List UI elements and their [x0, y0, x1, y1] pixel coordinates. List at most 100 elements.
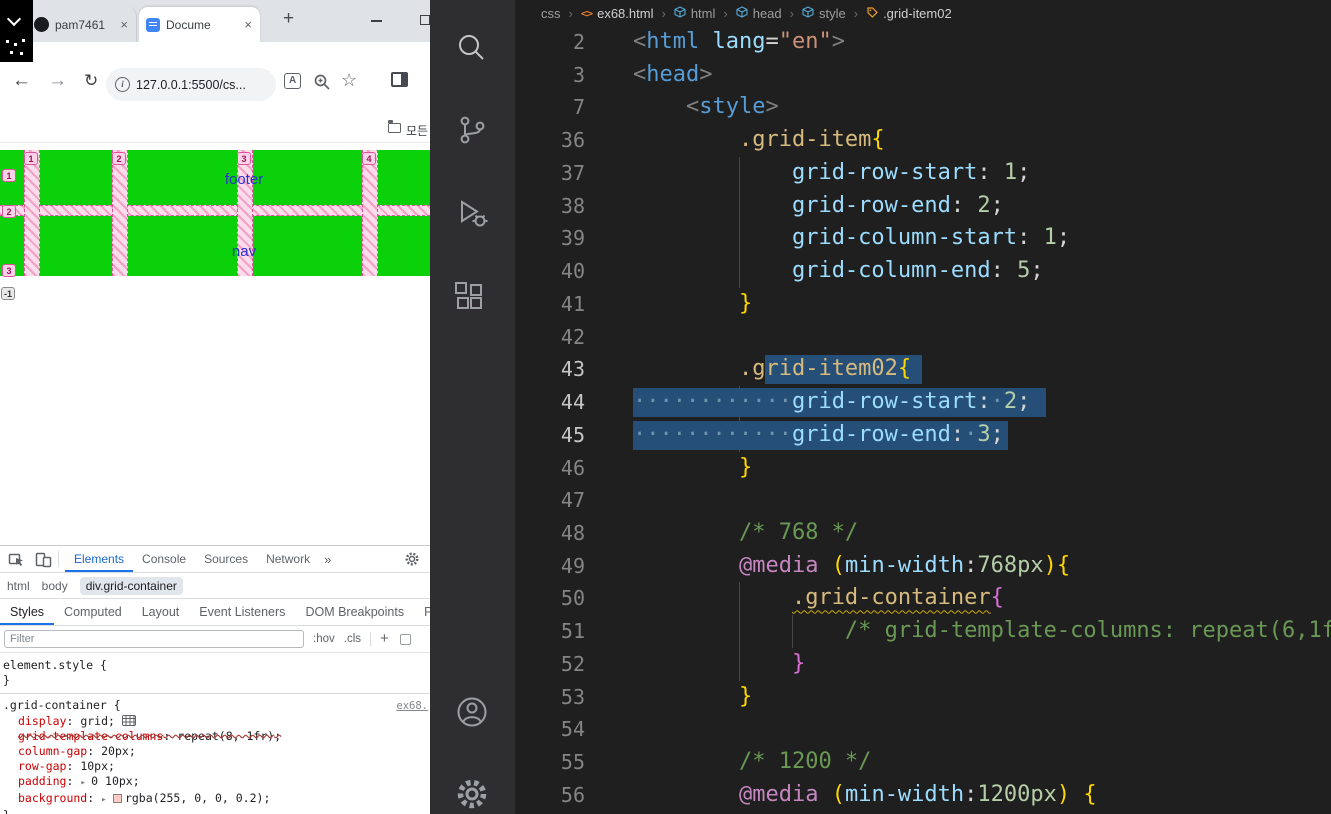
code-line[interactable]: 41 } [515, 288, 1331, 321]
code-line[interactable]: 53 } [515, 681, 1331, 714]
toggle-classes[interactable]: .cls [344, 633, 361, 645]
breadcrumb-symbol[interactable]: .grid-item02 [883, 6, 952, 21]
zoom-icon[interactable] [313, 73, 331, 96]
expand-shorthand-icon[interactable]: ▸ [101, 795, 112, 805]
back-button[interactable]: ← [12, 71, 31, 91]
code-line[interactable]: 50 .grid-container{ [515, 582, 1331, 616]
line-number[interactable]: 47 [515, 484, 585, 517]
grid-editor-badge[interactable] [121, 715, 136, 726]
inspect-element-icon[interactable] [8, 551, 25, 568]
css-property[interactable]: display: grid; [0, 714, 430, 729]
code-line[interactable]: 2 <html lang="en"> [515, 26, 1331, 59]
run-debug-icon[interactable] [454, 196, 490, 232]
tab-search-chevron-icon[interactable] [9, 14, 19, 24]
maximize-button[interactable] [420, 15, 430, 25]
line-number[interactable]: 56 [515, 779, 585, 812]
code-line[interactable]: 46 } [515, 452, 1331, 485]
device-toolbar-icon[interactable] [35, 551, 52, 568]
code-line[interactable]: 54 [515, 713, 1331, 746]
extensions-icon[interactable] [454, 280, 490, 316]
site-info-icon[interactable]: i [115, 77, 130, 92]
css-property[interactable]: row-gap: 10px; [0, 759, 430, 774]
tab-properties[interactable]: Prope [414, 599, 430, 625]
line-number[interactable]: 40 [515, 255, 585, 288]
code-line[interactable]: 7 <style> [515, 91, 1331, 124]
line-number[interactable]: 2 [515, 26, 585, 59]
tab-styles[interactable]: Styles [0, 599, 54, 625]
line-number[interactable]: 38 [515, 190, 585, 223]
code-line[interactable]: 43 .grid-item02{ [515, 353, 1331, 386]
browser-tab-pam7461[interactable]: pam7461 × [27, 7, 137, 42]
crumb-html[interactable]: html [7, 579, 30, 593]
search-icon[interactable] [454, 30, 490, 66]
line-number[interactable]: 46 [515, 452, 585, 485]
css-property[interactable]: column-gap: 20px; [0, 744, 430, 759]
line-number[interactable]: 41 [515, 288, 585, 321]
crumb-body[interactable]: body [42, 579, 68, 593]
line-number[interactable]: 52 [515, 648, 585, 681]
code-line[interactable]: 37 grid-row-start: 1; [515, 156, 1331, 190]
account-icon[interactable] [454, 694, 490, 730]
grid-overlays-icon[interactable] [399, 633, 411, 645]
expand-shorthand-icon[interactable]: ▸ [80, 778, 91, 788]
settings-gear-icon[interactable] [454, 776, 490, 812]
code-line[interactable]: 52 } [515, 647, 1331, 681]
line-number[interactable]: 43 [515, 353, 585, 386]
line-number[interactable]: 44 [515, 386, 585, 419]
breadcrumb-file[interactable]: ex68.html [597, 6, 653, 21]
tab-sources[interactable]: Sources [195, 546, 257, 572]
tab-elements[interactable]: Elements [65, 546, 133, 572]
toggle-hover-state[interactable]: :hov [313, 633, 335, 645]
css-property[interactable]: background: ▸ rgba(255, 0, 0, 0.2); [0, 791, 430, 808]
css-rule-header[interactable]: .grid-container { ex68. [0, 698, 430, 714]
address-bar[interactable]: i 127.0.0.1:5500/cs... [106, 68, 276, 101]
line-number[interactable]: 39 [515, 222, 585, 255]
code-line[interactable]: 56 @media (min-width:1200px) { [515, 779, 1331, 812]
line-number[interactable]: 51 [515, 615, 585, 648]
forward-button[interactable]: → [48, 71, 67, 91]
code-line[interactable]: 55 /* 1200 */ [515, 746, 1331, 779]
tab-computed[interactable]: Computed [54, 599, 132, 625]
tab-close-icon[interactable]: × [243, 17, 253, 32]
code-line[interactable]: 49 @media (min-width:768px){ [515, 550, 1331, 583]
styles-filter-input[interactable] [4, 630, 304, 648]
browser-tab-document[interactable]: Docume × [139, 7, 260, 42]
tab-layout[interactable]: Layout [132, 599, 190, 625]
source-control-icon[interactable] [454, 112, 490, 148]
devtools-settings-gear-icon[interactable] [404, 551, 420, 567]
tab-close-icon[interactable]: × [119, 17, 129, 32]
code-line[interactable]: 47 [515, 484, 1331, 517]
line-number[interactable]: 53 [515, 681, 585, 714]
crumb-grid-container[interactable]: div.grid-container [79, 576, 183, 595]
line-number[interactable]: 50 [515, 582, 585, 615]
line-number[interactable]: 54 [515, 713, 585, 746]
code-line[interactable]: 44 ············grid-row-start:·2; [515, 386, 1331, 419]
bookmark-star-icon[interactable]: ☆ [341, 70, 357, 91]
code-line[interactable]: 38 grid-row-end: 2; [515, 189, 1331, 223]
reload-button[interactable]: ↻ [84, 71, 98, 91]
line-number[interactable]: 36 [515, 124, 585, 157]
tab-console[interactable]: Console [133, 546, 195, 572]
code-line[interactable]: 39 grid-column-start: 1; [515, 222, 1331, 256]
breadcrumb-head[interactable]: head [753, 6, 782, 21]
line-number[interactable]: 45 [515, 419, 585, 452]
line-number[interactable]: 37 [515, 157, 585, 190]
line-number[interactable]: 7 [515, 91, 585, 124]
color-swatch[interactable] [112, 794, 122, 803]
code-line[interactable]: 51 /* grid-template-columns: repeat(6,1f… [515, 615, 1331, 648]
new-style-rule-button[interactable]: + [380, 631, 389, 646]
breadcrumb-html[interactable]: html [691, 6, 716, 21]
line-number[interactable]: 55 [515, 746, 585, 779]
source-link[interactable]: ex68. [396, 699, 430, 714]
more-tabs-icon[interactable]: » [319, 552, 336, 567]
line-number[interactable]: 42 [515, 321, 585, 354]
code-line[interactable]: 42 [515, 321, 1331, 354]
line-number[interactable]: 3 [515, 59, 585, 92]
all-bookmarks-label[interactable]: 모든 북마크 [406, 122, 430, 139]
new-tab-button[interactable]: + [283, 8, 294, 30]
breadcrumb-style[interactable]: style [819, 6, 846, 21]
code-line[interactable]: 48 /* 768 */ [515, 517, 1331, 550]
tab-network[interactable]: Network [257, 546, 319, 572]
inline-style-rule[interactable]: element.style { [0, 658, 430, 673]
code-line[interactable]: 36 .grid-item{ [515, 124, 1331, 157]
